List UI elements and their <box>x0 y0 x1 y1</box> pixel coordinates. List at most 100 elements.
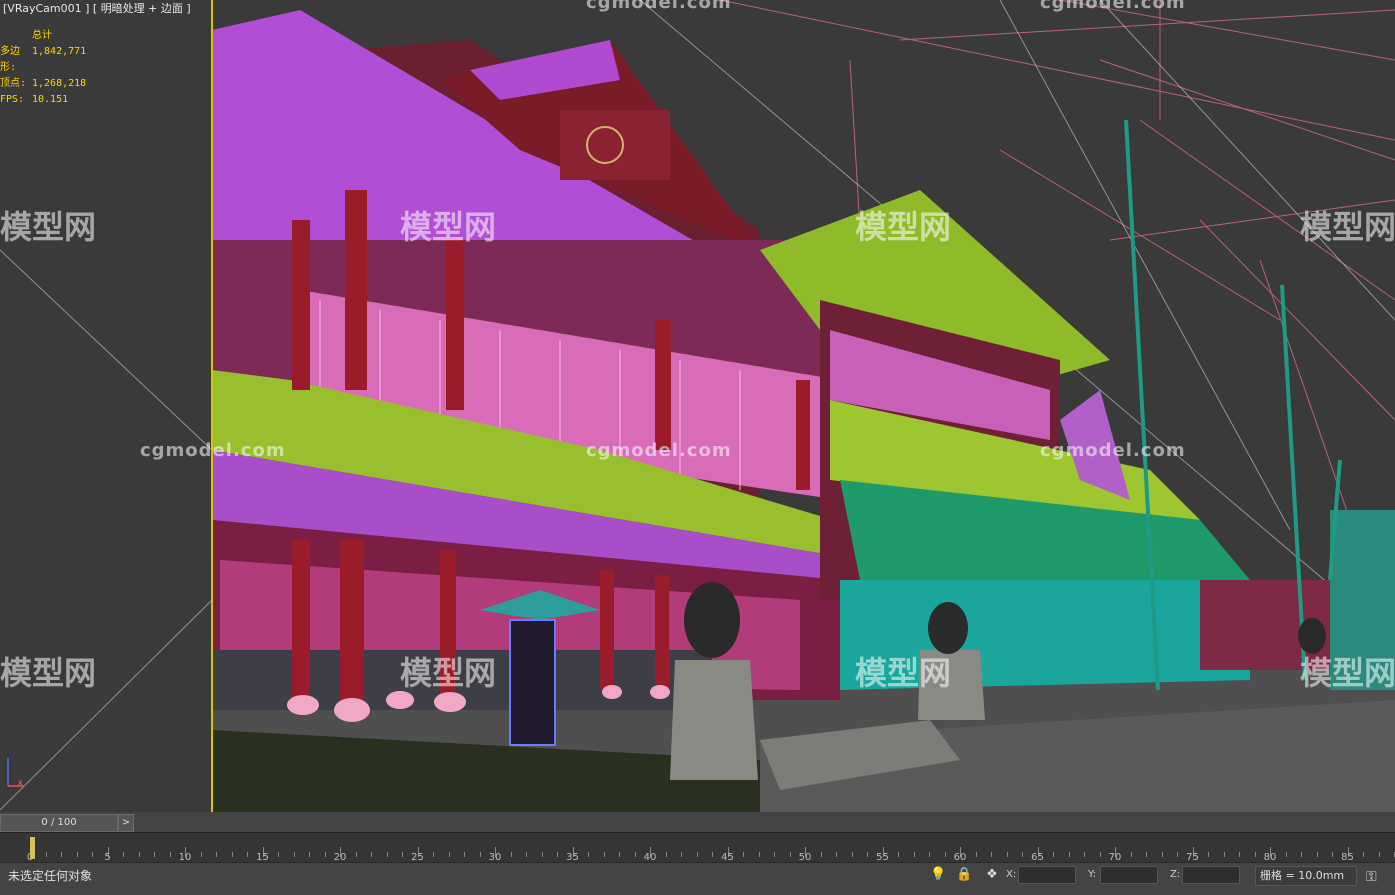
timeline-tick <box>588 852 589 857</box>
timeline-tick <box>1006 852 1008 857</box>
stats-polys-value: 1,842,771 <box>32 46 87 57</box>
timeline-tick <box>541 852 543 857</box>
timeline-tick <box>1363 852 1364 857</box>
stats-polys-label: 多边形: <box>0 46 20 73</box>
timeline-tick <box>712 852 713 857</box>
timeline-tick <box>898 852 899 857</box>
timeline-tick <box>774 852 775 857</box>
transform-mode-icon[interactable]: ❖ <box>984 867 1000 883</box>
time-slider[interactable]: 0 / 100 > <box>0 812 1395 832</box>
timeline-tick <box>696 852 698 857</box>
timeline-tick <box>433 852 434 857</box>
stats-header: 总计 <box>32 30 52 41</box>
timeline-tick <box>1130 852 1132 857</box>
timeline-tick <box>324 852 326 857</box>
timeline-tick <box>479 852 481 857</box>
timeline-tick <box>557 852 558 857</box>
time-slider-thumb[interactable]: 0 / 100 <box>0 814 118 832</box>
timeline-tick <box>603 852 605 857</box>
timeline-tick <box>402 852 403 857</box>
timeline-tick <box>789 852 791 857</box>
timeline-tick <box>231 852 233 857</box>
scene-render <box>0 0 1395 812</box>
timeline-tick <box>665 852 667 857</box>
timeline-tick <box>138 852 140 857</box>
x-coord-label: X: <box>1006 869 1017 880</box>
timeline-tick <box>1161 852 1163 857</box>
status-bar: 未选定任何对象 💡 🔒 ❖ X: Y: Z: 栅格 = 10.0mm ⚿ <box>0 862 1395 895</box>
isolate-bulb-icon[interactable]: 💡 <box>930 867 946 883</box>
timeline-tick <box>944 852 946 857</box>
timeline-tick <box>1099 852 1101 857</box>
timeline-tick <box>975 852 977 857</box>
z-coord-field[interactable] <box>1182 866 1240 884</box>
timeline-tick <box>851 852 853 857</box>
timeline-tick <box>355 852 357 857</box>
selection-lock-icon[interactable]: 🔒 <box>956 867 972 883</box>
scene-statistics: 总计 多边形: 1,842,771 顶点: 1,268,218 FPS: 10.151 <box>0 28 86 108</box>
timeline-tick <box>92 852 93 857</box>
timeline-tick <box>371 852 372 857</box>
viewport-label[interactable]: [VRayCam001 ] [ 明暗处理 + 边面 ] <box>3 0 191 16</box>
stats-verts-value: 1,268,218 <box>32 78 87 89</box>
timeline-tick <box>634 852 636 857</box>
timeline-tick <box>1068 852 1070 857</box>
timeline-tick <box>1254 852 1256 857</box>
timeline-tick <box>123 852 124 857</box>
timeline-tick <box>154 852 155 857</box>
viewport-label-mid: ] [ <box>81 2 101 15</box>
axis-gizmo-icon: x <box>7 758 24 787</box>
timeline-ticks: 0510152025303540455055606570758085 <box>27 833 1395 863</box>
timeline-tick <box>1208 852 1209 857</box>
y-coord-label: Y: <box>1088 869 1097 880</box>
timeline-tick <box>1177 852 1178 857</box>
timeline-tick <box>526 852 527 857</box>
timeline-tick <box>216 852 217 857</box>
timeline-tick <box>1378 852 1380 857</box>
timeline-tick <box>836 852 837 857</box>
stats-fps-label: FPS: <box>0 94 25 105</box>
timeline-track[interactable]: 0510152025303540455055606570758085 <box>0 832 1395 863</box>
timeline-tick <box>1084 852 1085 857</box>
timeline-tick <box>61 852 62 857</box>
viewport-shading-mode[interactable]: 明暗处理 + 边面 <box>101 2 183 15</box>
timeline-tick <box>278 852 279 857</box>
timeline-tick <box>1239 852 1240 857</box>
next-frame-button[interactable]: > <box>118 814 134 832</box>
key-icon[interactable]: ⚿ <box>1366 869 1377 885</box>
timeline-tick <box>929 852 930 857</box>
timeline-tick <box>200 852 202 857</box>
y-coord-field[interactable] <box>1100 866 1158 884</box>
timeline-tick <box>1223 852 1225 857</box>
z-coord-label: Z: <box>1170 869 1181 880</box>
x-coord-field[interactable] <box>1018 866 1076 884</box>
timeline-tick <box>991 852 992 857</box>
viewport-label-suffix: ] <box>182 2 191 15</box>
timeline-tick <box>448 852 450 857</box>
timeline-tick <box>867 852 868 857</box>
timeline-tick <box>1332 852 1333 857</box>
timeline-tick <box>1146 852 1147 857</box>
timeline-tick <box>1053 852 1054 857</box>
timeline-tick <box>758 852 760 857</box>
timeline-tick <box>309 852 310 857</box>
timeline-tick <box>743 852 744 857</box>
timeline-tick <box>1301 852 1302 857</box>
timeline-tick <box>1285 852 1287 857</box>
timeline-tick <box>169 852 171 857</box>
grid-size-display: 栅格 = 10.0mm <box>1255 866 1357 886</box>
timeline-tick <box>293 852 295 857</box>
selection-status: 未选定任何对象 <box>8 869 93 883</box>
stats-fps-value: 10.151 <box>32 94 69 105</box>
timeline-tick <box>913 852 915 857</box>
current-frame-marker[interactable] <box>30 837 35 859</box>
perspective-viewport[interactable]: 模型网 模型网 模型网 模型网 模型网 模型网 模型网 模型网 cgmodel.… <box>0 0 1395 812</box>
timeline-tick <box>76 852 78 857</box>
timeline-tick <box>510 852 512 857</box>
viewport-camera-name[interactable]: VRayCam001 <box>7 2 81 15</box>
svg-text:x: x <box>18 778 23 787</box>
timeline-tick <box>247 852 248 857</box>
timeline-tick <box>1022 852 1023 857</box>
timeline-tick <box>386 852 388 857</box>
timeline-tick <box>820 852 822 857</box>
